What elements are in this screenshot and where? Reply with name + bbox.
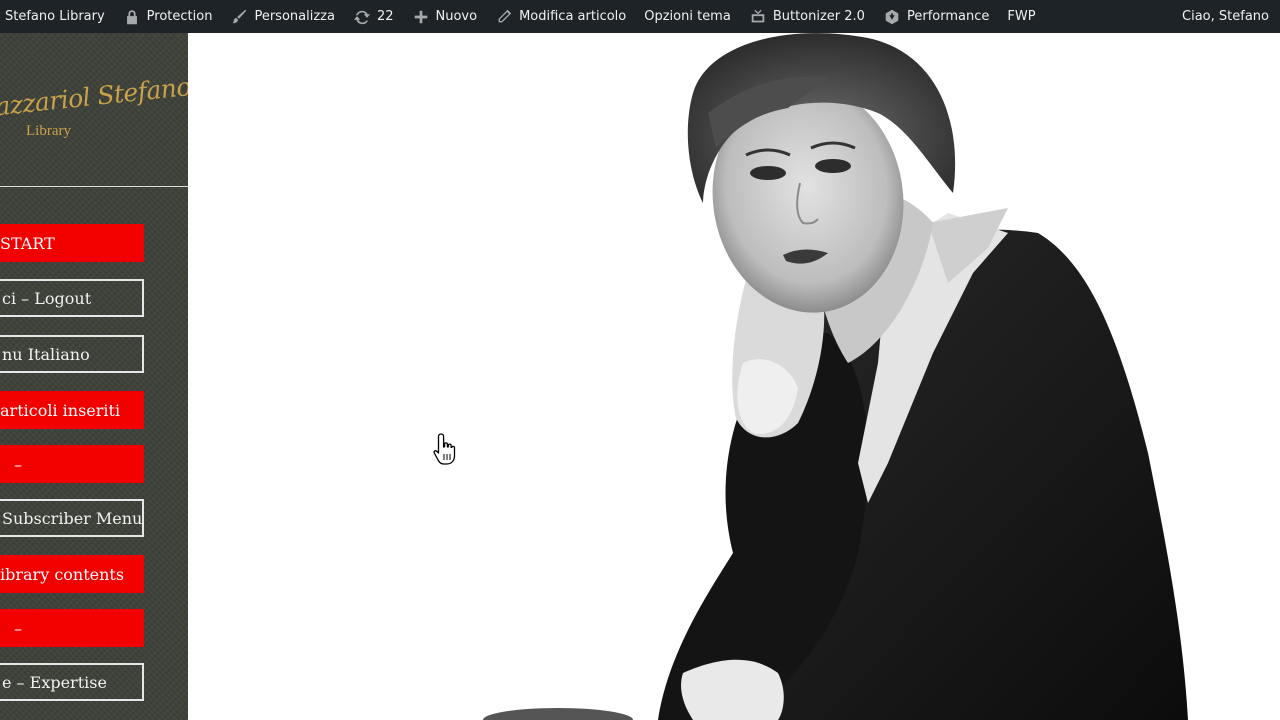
menu-button-library-contents[interactable]: ibrary contents — [0, 555, 144, 593]
menu-button-label: nu Italiano — [2, 344, 90, 364]
adminbar-greeting: Ciao, Stefano — [1182, 9, 1269, 24]
menu-button-label: articoli inseriti — [0, 400, 121, 420]
adminbar-site-name-label: Stefano Library — [5, 9, 105, 24]
adminbar-nuovo-label: Nuovo — [435, 9, 478, 24]
logo-subtitle: Library — [26, 123, 71, 139]
brush-icon — [230, 8, 248, 26]
menu-button-separator-1[interactable]: – — [0, 445, 144, 483]
adminbar-buttonizer-label: Buttonizer 2.0 — [772, 9, 865, 24]
menu-button-label: START — [0, 233, 55, 253]
plus-icon — [412, 8, 430, 26]
menu-button-subscriber-menu[interactable]: Subscriber Menu — [0, 499, 144, 537]
menu-button-separator-2[interactable]: – — [0, 609, 144, 647]
adminbar-personalizza[interactable]: Personalizza — [221, 0, 344, 33]
adminbar-opzioni-tema[interactable]: Opzioni tema — [635, 0, 740, 33]
menu-button-label: ci – Logout — [2, 288, 92, 308]
menu-button-label: ibrary contents — [0, 564, 125, 584]
adminbar-account[interactable]: Ciao, Stefano — [1177, 0, 1278, 33]
menu-button-label: Subscriber Menu — [2, 508, 143, 528]
buttonizer-icon — [749, 8, 767, 26]
hand-cursor-icon — [433, 433, 456, 465]
vintage-woman-photo — [483, 33, 1188, 720]
site-logo[interactable]: Zazzariol Stefano Library — [0, 33, 188, 187]
adminbar-performance[interactable]: Performance — [874, 0, 998, 33]
adminbar-modifica-articolo[interactable]: Modifica articolo — [486, 0, 635, 33]
menu-button-label: – — [14, 618, 22, 638]
menu-button-menu-italiano[interactable]: nu Italiano — [0, 335, 144, 373]
main-content — [188, 33, 1280, 720]
performance-icon — [883, 8, 901, 26]
adminbar-site-name[interactable]: Stefano Library — [0, 0, 114, 33]
adminbar-modifica-articolo-label: Modifica articolo — [519, 9, 627, 24]
adminbar-performance-label: Performance — [906, 9, 990, 24]
refresh-icon — [353, 8, 371, 26]
admin-bar: Stefano Library Protection Personalizza … — [0, 0, 1280, 33]
lock-icon — [123, 8, 141, 26]
adminbar-opzioni-tema-label: Opzioni tema — [644, 9, 731, 24]
adminbar-fwp-label: FWP — [1007, 9, 1036, 24]
adminbar-personalizza-label: Personalizza — [254, 9, 335, 24]
adminbar-fwp[interactable]: FWP — [998, 0, 1044, 33]
adminbar-nuovo[interactable]: Nuovo — [403, 0, 487, 33]
adminbar-buttonizer[interactable]: Buttonizer 2.0 — [740, 0, 874, 33]
menu-button-expertise[interactable]: e – Expertise — [0, 663, 144, 701]
menu-button-logout[interactable]: ci – Logout — [0, 279, 144, 317]
menu-button-articoli-inseriti[interactable]: articoli inseriti — [0, 391, 144, 429]
sidebar: Zazzariol Stefano Library START ci – Log… — [0, 33, 188, 720]
adminbar-updates[interactable]: 22 — [344, 0, 403, 33]
adminbar-protection-label: Protection — [146, 9, 213, 24]
menu-button-start[interactable]: START — [0, 224, 144, 262]
adminbar-updates-count: 22 — [376, 9, 394, 24]
menu-button-label: – — [14, 454, 22, 474]
adminbar-protection[interactable]: Protection — [114, 0, 222, 33]
menu-button-label: e – Expertise — [2, 672, 107, 692]
logo-script-text: Zazzariol Stefano — [0, 71, 188, 124]
pencil-icon — [495, 8, 513, 26]
